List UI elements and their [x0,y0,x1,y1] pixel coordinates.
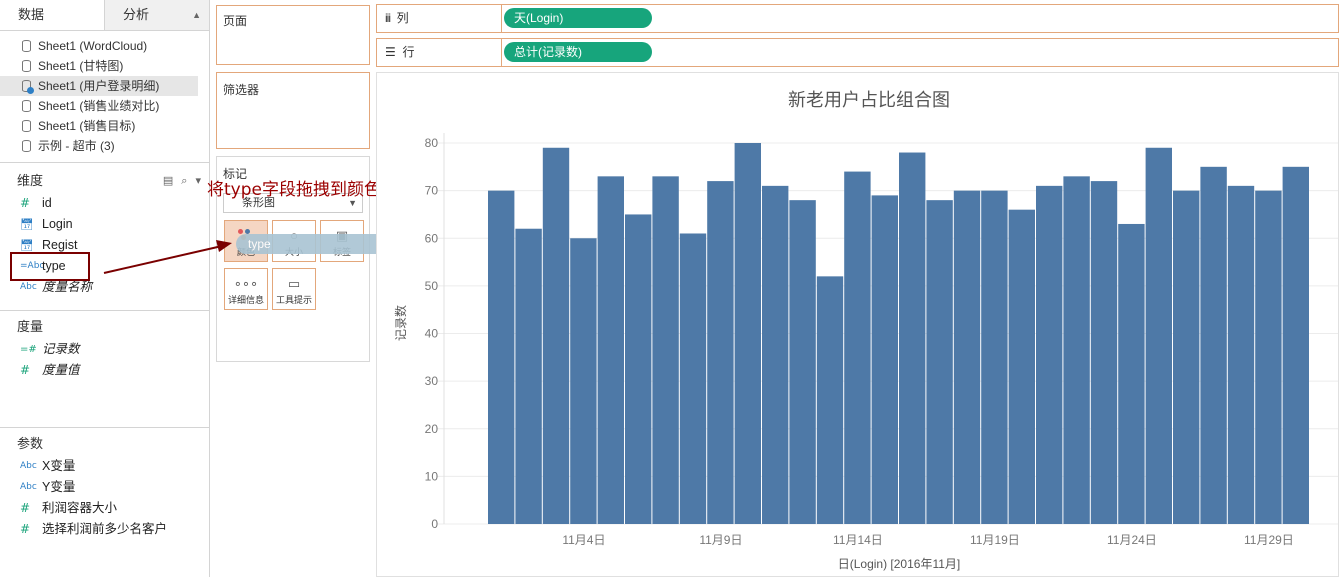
viz-area[interactable]: 新老用户占比组合图 0 10 20 30 40 50 60 70 80 11月4日 11月9日 11… [376,72,1339,577]
bar [1282,166,1309,524]
bar [707,181,734,524]
rows-pill[interactable]: 总计(记录数) [504,42,652,62]
measures-title: 度量 [17,319,44,334]
bar [1008,209,1035,525]
y-axis-title: 记录数 [393,305,408,341]
annotation-arrow [103,240,232,274]
bar-chart: 新老用户占比组合图 01020304050607080 11月4日 11月9日 11… [393,90,1338,571]
bar [1063,176,1090,524]
chart-title: 新老用户占比组合图 [788,90,950,111]
number-icon: # [20,501,31,515]
y-tick-layer: 0 10 20 30 40 50 60 70 80 [425,136,439,531]
field-measure-values[interactable]: # 度量值 [0,360,209,381]
bar [899,152,926,524]
field-label: X变量 [42,459,76,473]
bar [570,238,597,524]
divider [0,427,209,428]
bar [1118,223,1145,524]
tooltip-label: 工具提示 [275,295,312,305]
parameters-title: 参数 [17,436,44,451]
bar [1145,147,1172,524]
param-top-customers[interactable]: # 选择利润前多少名客户 [0,519,209,540]
rows-label: 行 [402,45,415,59]
bar [1090,181,1118,524]
bar [1255,190,1282,524]
bar [542,147,570,524]
y-tick-label: 60 [425,231,439,245]
bar [844,171,871,524]
bar [871,195,898,524]
divider [0,310,209,311]
columns-label: 列 [396,11,409,25]
bar [625,214,652,524]
field-label: 利润容器大小 [42,501,118,515]
field-label: 选择利润前多少名客户 [42,522,168,536]
bar [953,190,981,524]
tooltip-icon: ▭ [287,276,301,291]
bar [981,190,1008,524]
bar [1173,190,1200,524]
y-tick-label: 10 [425,469,439,483]
y-tick-label: 20 [425,422,439,436]
x-tick-label: 11月29日 [1244,533,1294,547]
number-calc-icon: =# [20,344,37,355]
y-tick-label: 0 [431,517,438,531]
tooltip-button[interactable]: ▭ 工具提示 [272,268,316,310]
rows-shelf-label: ☰ 行 [377,39,502,66]
columns-pill[interactable]: 天(Login) [504,8,652,28]
x-tick-label: 11月19日 [970,533,1020,547]
rows-icon: ☰ [385,45,396,59]
y-tick-label: 30 [425,374,439,388]
measures-header: 度量 [0,315,209,339]
columns-shelf-label: iii 列 [377,5,502,32]
field-record-count[interactable]: =# 记录数 [0,339,209,360]
param-y-var[interactable]: Abc Y变量 [0,477,209,498]
x-axis-title: 日(Login) [2016年11月] [838,557,961,571]
x-tick-label: 11月24日 [1107,533,1157,547]
bar [926,200,953,524]
bar [679,233,707,525]
x-tick-label: 11月14日 [833,533,883,547]
param-x-var[interactable]: Abc X变量 [0,456,209,477]
string-icon: Abc [20,461,37,471]
y-tick-label: 80 [425,136,439,150]
bar [789,200,816,524]
bar [816,276,844,524]
bar [1227,185,1255,525]
x-tick-label: 11月4日 [562,533,605,547]
bar [597,176,624,524]
x-tick-label: 11月9日 [699,533,742,547]
annotation-arrow-line [103,245,223,274]
number-icon: # [20,363,31,377]
bar [734,143,761,524]
string-icon: Abc [20,482,37,492]
parameters-header: 参数 [0,432,209,456]
columns-icon: iii [385,11,391,25]
field-label: 度量值 [42,363,80,377]
bar [762,185,789,525]
bar [515,228,542,524]
x-tick-layer: 11月4日 11月9日 11月14日 11月19日 11月24日 11月29日 [562,533,1293,547]
y-tick-label: 70 [425,184,439,198]
bar [1200,166,1227,524]
field-label: 记录数 [42,342,80,356]
field-label: Y变量 [42,480,76,494]
number-icon: # [20,522,31,536]
bar [652,176,679,524]
annotation-arrow-head [216,240,232,252]
param-profit-bin[interactable]: # 利润容器大小 [0,498,209,519]
y-tick-label: 40 [425,327,439,341]
y-tick-label: 50 [425,279,439,293]
bar [488,190,515,524]
bar [1036,185,1063,525]
